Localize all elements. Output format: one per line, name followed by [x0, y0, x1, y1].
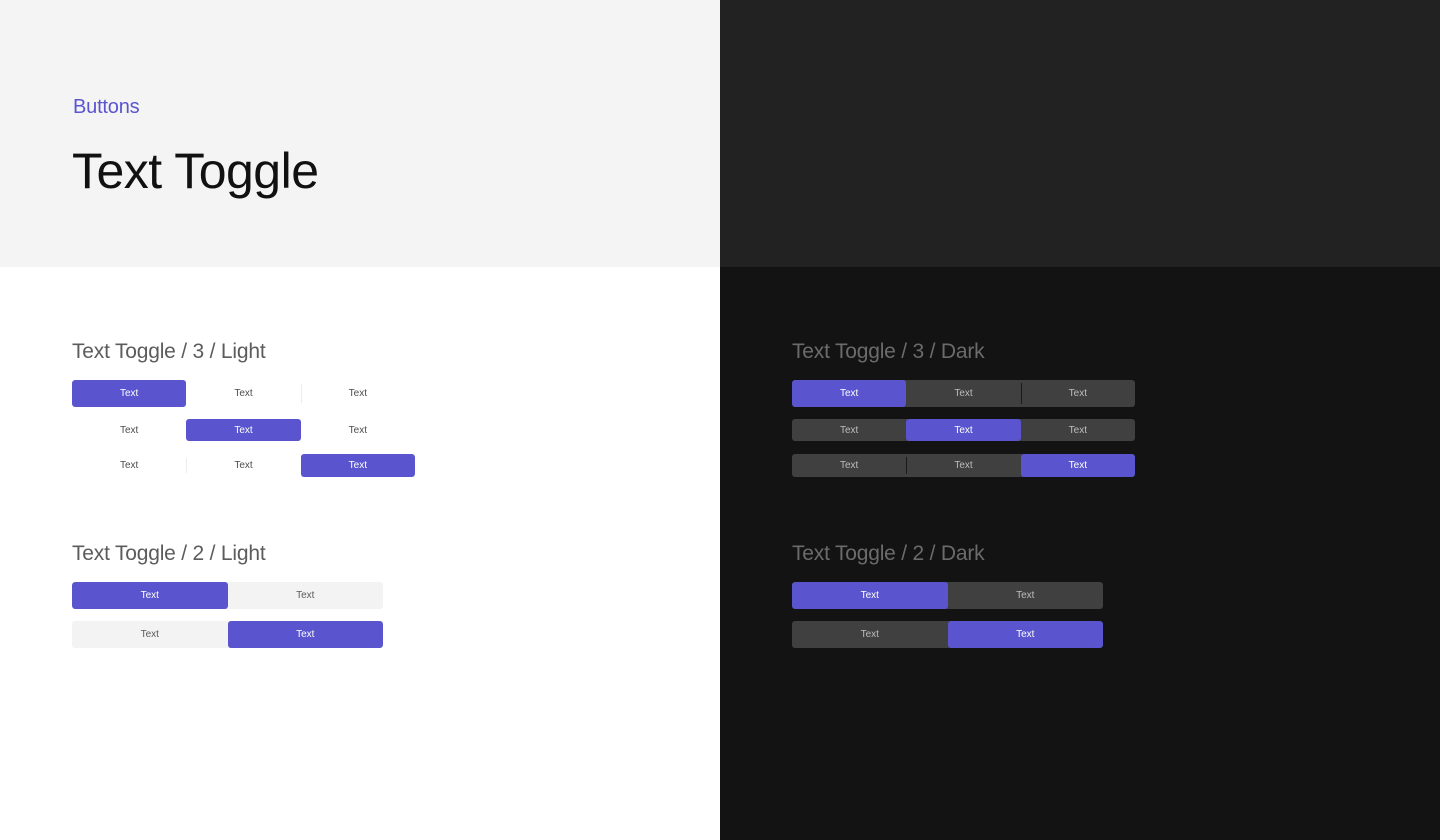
toggle-option[interactable]: Text: [186, 454, 300, 477]
toggle-option-label: Text: [954, 424, 973, 436]
text-toggle-3-dark: Text Text Text: [792, 454, 1135, 477]
toggle-option[interactable]: Text: [792, 454, 906, 477]
toggle-option[interactable]: Text: [186, 380, 300, 407]
toggle-option-label: Text: [119, 460, 139, 471]
text-toggle-3-dark: Text Text Text: [792, 419, 1135, 441]
toggle-option-label: Text: [348, 460, 367, 471]
toggle-option-label: Text: [1068, 424, 1087, 436]
toggle-option-selected[interactable]: Text: [186, 419, 301, 441]
toggle-option-label: Text: [234, 388, 253, 399]
toggle-option[interactable]: Text: [300, 380, 415, 407]
text-toggle-3-light: Text Text Text: [72, 419, 415, 441]
header-light-panel: Buttons Text Toggle: [0, 0, 720, 267]
toggle-option-selected[interactable]: Text: [72, 582, 228, 609]
toggle-option-selected[interactable]: Text: [792, 582, 948, 609]
section-title-3-light: Text Toggle / 3 / Light: [72, 340, 266, 363]
page-title: Text Toggle: [72, 143, 319, 199]
toggle-option-label: Text: [1016, 629, 1035, 640]
toggle-option-selected[interactable]: Text: [1020, 454, 1135, 477]
toggle-option-label: Text: [348, 388, 367, 399]
text-toggle-2-light: Text Text: [72, 621, 383, 648]
toggle-option[interactable]: Text: [792, 419, 906, 441]
text-toggle-3-light: Text Text Text: [72, 380, 415, 407]
dark-theme-panel: Text Toggle / 3 / Dark Text Text Text Text…: [720, 267, 1440, 840]
toggle-divider: [1020, 383, 1022, 404]
toggle-option-label: Text: [839, 460, 859, 471]
toggle-option-selected[interactable]: Text: [300, 454, 415, 477]
toggle-option-selected[interactable]: Text: [792, 380, 907, 407]
toggle-option-label: Text: [839, 388, 859, 399]
section-title-2-light: Text Toggle / 2 / Light: [72, 542, 266, 565]
toggle-option-label: Text: [296, 590, 315, 601]
toggle-option-label: Text: [860, 629, 879, 640]
toggle-option-label: Text: [140, 629, 159, 640]
toggle-option-selected[interactable]: Text: [947, 621, 1103, 648]
text-toggle-3-dark: Text Text Text: [792, 380, 1135, 407]
toggle-option-label: Text: [1016, 590, 1035, 601]
section-title-3-dark: Text Toggle / 3 / Dark: [792, 340, 985, 363]
toggle-option-label: Text: [1068, 460, 1087, 471]
toggle-option-label: Text: [1068, 388, 1087, 399]
toggle-option[interactable]: Text: [72, 419, 186, 441]
toggle-option[interactable]: Text: [792, 621, 948, 648]
text-toggle-2-light: Text Text: [72, 582, 383, 609]
toggle-option-label: Text: [119, 388, 139, 399]
toggle-option[interactable]: Text: [948, 582, 1104, 609]
toggle-option-label: Text: [348, 424, 367, 436]
toggle-option-label: Text: [296, 629, 315, 640]
toggle-option[interactable]: Text: [1021, 419, 1135, 441]
toggle-option[interactable]: Text: [906, 454, 1020, 477]
toggle-option-label: Text: [140, 590, 159, 601]
header-dark-panel: [720, 0, 1440, 267]
category-label: Buttons: [73, 96, 140, 118]
toggle-option-label: Text: [839, 424, 859, 436]
toggle-divider: [906, 457, 908, 474]
text-toggle-3-light: Text Text Text: [72, 454, 415, 477]
toggle-option-selected[interactable]: Text: [906, 419, 1021, 441]
section-title-2-dark: Text Toggle / 2 / Dark: [792, 542, 985, 565]
toggle-option[interactable]: Text: [906, 380, 1020, 407]
text-toggle-2-dark: Text Text: [792, 621, 1103, 648]
toggle-option-label: Text: [234, 460, 253, 471]
toggle-option[interactable]: Text: [72, 454, 186, 477]
toggle-option-label: Text: [119, 424, 139, 436]
toggle-option-label: Text: [234, 424, 253, 436]
text-toggle-2-dark: Text Text: [792, 582, 1103, 609]
toggle-option-selected[interactable]: Text: [72, 380, 187, 407]
toggle-option[interactable]: Text: [228, 582, 384, 609]
toggle-option-label: Text: [860, 590, 879, 601]
toggle-divider: [300, 384, 302, 403]
toggle-option[interactable]: Text: [72, 621, 228, 648]
toggle-option[interactable]: Text: [1020, 380, 1135, 407]
toggle-option-selected[interactable]: Text: [227, 621, 383, 648]
toggle-divider: [186, 458, 188, 473]
toggle-option-label: Text: [954, 388, 973, 399]
light-theme-panel: Text Toggle / 3 / Light Text Text Text Tex…: [0, 267, 720, 840]
toggle-option[interactable]: Text: [301, 419, 415, 441]
toggle-option-label: Text: [954, 460, 973, 471]
